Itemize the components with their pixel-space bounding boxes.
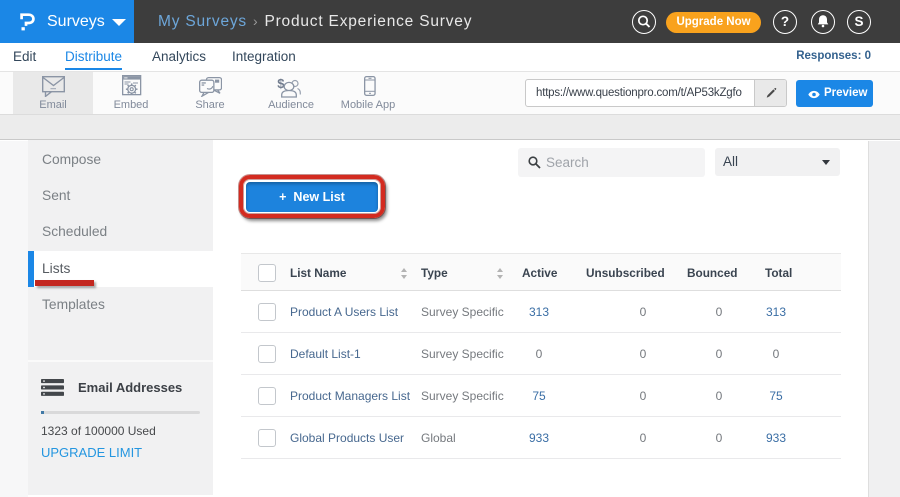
svg-text:$: $ [277, 76, 285, 91]
